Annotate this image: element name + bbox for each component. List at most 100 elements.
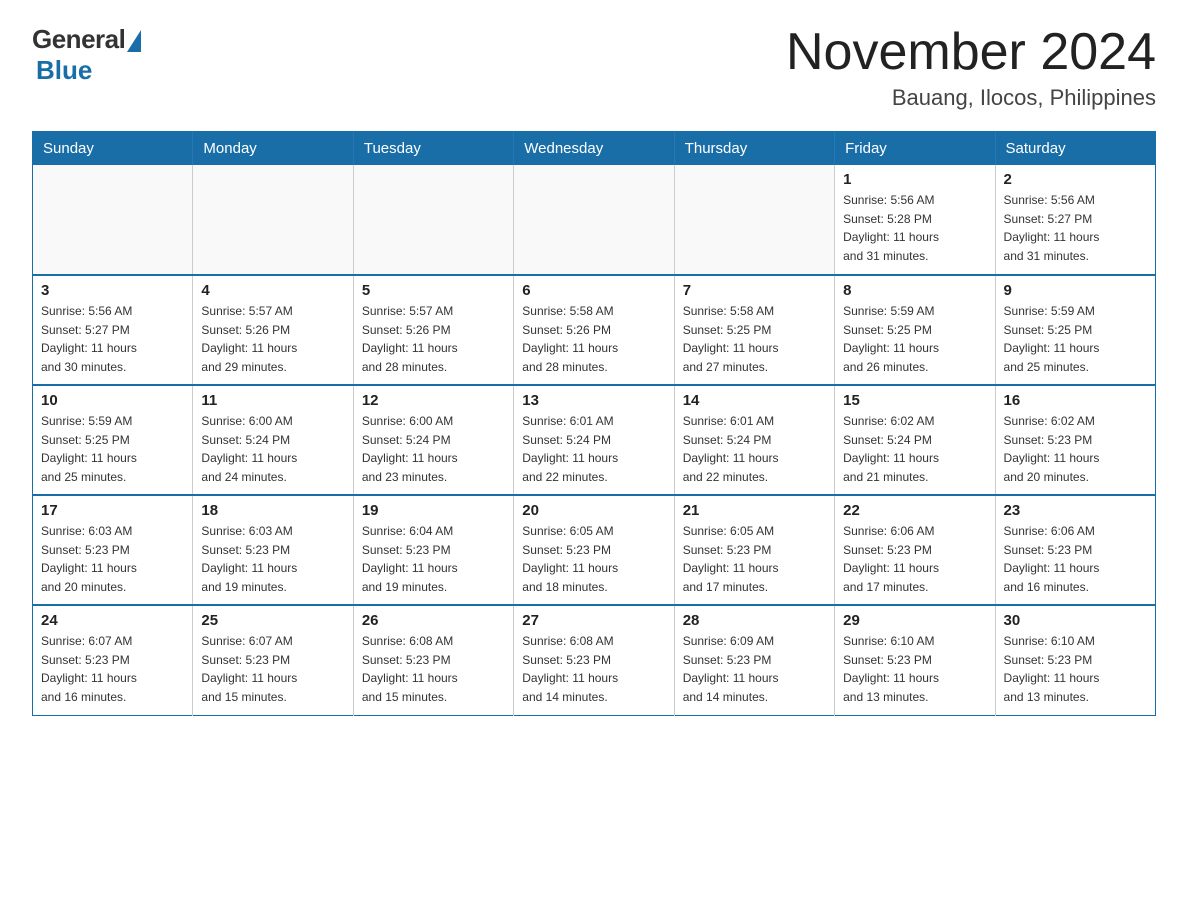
day-number: 28: [683, 612, 826, 629]
title-section: November 2024 Bauang, Ilocos, Philippine…: [786, 24, 1156, 111]
calendar-day-cell: 20 Sunrise: 6:05 AM Sunset: 5:23 PM Dayli…: [514, 495, 674, 605]
day-info: Sunrise: 5:56 AM Sunset: 5:27 PM Dayligh…: [1004, 191, 1147, 265]
calendar-day-cell: 12Sunrise: 6:00 AM Sunset: 5:24 PM Dayli…: [353, 385, 513, 495]
day-info: Sunrise: 6:00 AM Sunset: 5:24 PM Dayligh…: [362, 412, 505, 486]
calendar-day-cell: 24 Sunrise: 6:07 AM Sunset: 5:23 PM Dayli…: [33, 605, 193, 715]
day-info: Sunrise: 5:56 AM Sunset: 5:28 PM Dayligh…: [843, 191, 986, 265]
day-info: Sunrise: 5:59 AM Sunset: 5:25 PM Dayligh…: [843, 302, 986, 376]
calendar-day-cell: 5 Sunrise: 5:57 AM Sunset: 5:26 PM Daylig…: [353, 275, 513, 385]
calendar-day-cell: 18Sunrise: 6:03 AM Sunset: 5:23 PM Dayli…: [193, 495, 353, 605]
calendar-day-cell: 23Sunrise: 6:06 AM Sunset: 5:23 PM Dayli…: [995, 495, 1155, 605]
calendar-day-cell: 28 Sunrise: 6:09 AM Sunset: 5:23 PM Dayli…: [674, 605, 834, 715]
calendar-day-cell: [674, 165, 834, 275]
day-number: 3: [41, 282, 184, 299]
day-number: 4: [201, 282, 344, 299]
calendar-day-cell: [193, 165, 353, 275]
calendar-weekday-friday: Friday: [835, 132, 995, 166]
day-info: Sunrise: 6:02 AM Sunset: 5:24 PM Dayligh…: [843, 412, 986, 486]
calendar-day-cell: 25 Sunrise: 6:07 AM Sunset: 5:23 PM Dayli…: [193, 605, 353, 715]
calendar-day-cell: 21 Sunrise: 6:05 AM Sunset: 5:23 PM Dayli…: [674, 495, 834, 605]
logo-blue-text: Blue: [36, 55, 92, 86]
day-info: Sunrise: 6:02 AM Sunset: 5:23 PM Dayligh…: [1004, 412, 1147, 486]
calendar-day-cell: 27 Sunrise: 6:08 AM Sunset: 5:23 PM Dayli…: [514, 605, 674, 715]
day-number: 9: [1004, 282, 1147, 299]
day-number: 18: [201, 502, 344, 519]
day-number: 1: [843, 171, 986, 188]
day-number: 24: [41, 612, 184, 629]
day-number: 26: [362, 612, 505, 629]
day-number: 27: [522, 612, 665, 629]
calendar-week-row: 24 Sunrise: 6:07 AM Sunset: 5:23 PM Dayli…: [33, 605, 1156, 715]
calendar-day-cell: 2 Sunrise: 5:56 AM Sunset: 5:27 PM Daylig…: [995, 165, 1155, 275]
calendar-weekday-wednesday: Wednesday: [514, 132, 674, 166]
logo-triangle-icon: [127, 30, 141, 52]
calendar-day-cell: [514, 165, 674, 275]
calendar-weekday-monday: Monday: [193, 132, 353, 166]
calendar-day-cell: 1 Sunrise: 5:56 AM Sunset: 5:28 PM Daylig…: [835, 165, 995, 275]
calendar-day-cell: 30 Sunrise: 6:10 AM Sunset: 5:23 PM Dayli…: [995, 605, 1155, 715]
day-info: Sunrise: 6:05 AM Sunset: 5:23 PM Dayligh…: [522, 522, 665, 596]
calendar-day-cell: 14 Sunrise: 6:01 AM Sunset: 5:24 PM Dayli…: [674, 385, 834, 495]
day-info: Sunrise: 6:05 AM Sunset: 5:23 PM Dayligh…: [683, 522, 826, 596]
day-info: Sunrise: 5:56 AM Sunset: 5:27 PM Dayligh…: [41, 302, 184, 376]
calendar-week-row: 3 Sunrise: 5:56 AM Sunset: 5:27 PM Daylig…: [33, 275, 1156, 385]
day-info: Sunrise: 6:08 AM Sunset: 5:23 PM Dayligh…: [522, 632, 665, 706]
calendar-day-cell: 16 Sunrise: 6:02 AM Sunset: 5:23 PM Dayli…: [995, 385, 1155, 495]
day-number: 17: [41, 502, 184, 519]
calendar-day-cell: [33, 165, 193, 275]
day-info: Sunrise: 6:07 AM Sunset: 5:23 PM Dayligh…: [201, 632, 344, 706]
day-info: Sunrise: 6:01 AM Sunset: 5:24 PM Dayligh…: [683, 412, 826, 486]
day-info: Sunrise: 5:59 AM Sunset: 5:25 PM Dayligh…: [1004, 302, 1147, 376]
day-number: 8: [843, 282, 986, 299]
day-number: 30: [1004, 612, 1147, 629]
calendar-day-cell: 3 Sunrise: 5:56 AM Sunset: 5:27 PM Daylig…: [33, 275, 193, 385]
day-number: 5: [362, 282, 505, 299]
day-info: Sunrise: 6:10 AM Sunset: 5:23 PM Dayligh…: [843, 632, 986, 706]
day-number: 7: [683, 282, 826, 299]
day-number: 10: [41, 392, 184, 409]
calendar-weekday-saturday: Saturday: [995, 132, 1155, 166]
calendar-weekday-thursday: Thursday: [674, 132, 834, 166]
calendar-day-cell: 6Sunrise: 5:58 AM Sunset: 5:26 PM Daylig…: [514, 275, 674, 385]
day-number: 22: [843, 502, 986, 519]
day-number: 20: [522, 502, 665, 519]
day-number: 21: [683, 502, 826, 519]
calendar-day-cell: 26 Sunrise: 6:08 AM Sunset: 5:23 PM Dayli…: [353, 605, 513, 715]
day-info: Sunrise: 6:03 AM Sunset: 5:23 PM Dayligh…: [41, 522, 184, 596]
page-subtitle: Bauang, Ilocos, Philippines: [786, 85, 1156, 111]
calendar-day-cell: [353, 165, 513, 275]
calendar-day-cell: 10Sunrise: 5:59 AM Sunset: 5:25 PM Dayli…: [33, 385, 193, 495]
calendar-day-cell: 7Sunrise: 5:58 AM Sunset: 5:25 PM Daylig…: [674, 275, 834, 385]
day-info: Sunrise: 6:00 AM Sunset: 5:24 PM Dayligh…: [201, 412, 344, 486]
day-number: 2: [1004, 171, 1147, 188]
day-info: Sunrise: 5:57 AM Sunset: 5:26 PM Dayligh…: [201, 302, 344, 376]
day-number: 25: [201, 612, 344, 629]
day-number: 16: [1004, 392, 1147, 409]
day-number: 6: [522, 282, 665, 299]
day-info: Sunrise: 6:10 AM Sunset: 5:23 PM Dayligh…: [1004, 632, 1147, 706]
day-number: 19: [362, 502, 505, 519]
day-number: 15: [843, 392, 986, 409]
page-title: November 2024: [786, 24, 1156, 81]
day-info: Sunrise: 6:08 AM Sunset: 5:23 PM Dayligh…: [362, 632, 505, 706]
calendar-weekday-sunday: Sunday: [33, 132, 193, 166]
calendar-day-cell: 17 Sunrise: 6:03 AM Sunset: 5:23 PM Dayli…: [33, 495, 193, 605]
day-number: 14: [683, 392, 826, 409]
calendar-table: SundayMondayTuesdayWednesdayThursdayFrid…: [32, 131, 1156, 716]
day-info: Sunrise: 6:09 AM Sunset: 5:23 PM Dayligh…: [683, 632, 826, 706]
page-header: General Blue November 2024 Bauang, Iloco…: [32, 24, 1156, 111]
calendar-day-cell: 11Sunrise: 6:00 AM Sunset: 5:24 PM Dayli…: [193, 385, 353, 495]
calendar-day-cell: 15 Sunrise: 6:02 AM Sunset: 5:24 PM Dayli…: [835, 385, 995, 495]
calendar-week-row: 1 Sunrise: 5:56 AM Sunset: 5:28 PM Daylig…: [33, 165, 1156, 275]
calendar-day-cell: 22 Sunrise: 6:06 AM Sunset: 5:23 PM Dayli…: [835, 495, 995, 605]
calendar-week-row: 17 Sunrise: 6:03 AM Sunset: 5:23 PM Dayli…: [33, 495, 1156, 605]
day-info: Sunrise: 6:07 AM Sunset: 5:23 PM Dayligh…: [41, 632, 184, 706]
day-number: 23: [1004, 502, 1147, 519]
day-number: 29: [843, 612, 986, 629]
logo-general-text: General: [32, 24, 125, 55]
calendar-day-cell: 13Sunrise: 6:01 AM Sunset: 5:24 PM Dayli…: [514, 385, 674, 495]
day-info: Sunrise: 6:06 AM Sunset: 5:23 PM Dayligh…: [843, 522, 986, 596]
day-info: Sunrise: 5:57 AM Sunset: 5:26 PM Dayligh…: [362, 302, 505, 376]
calendar-week-row: 10Sunrise: 5:59 AM Sunset: 5:25 PM Dayli…: [33, 385, 1156, 495]
calendar-day-cell: 29 Sunrise: 6:10 AM Sunset: 5:23 PM Dayli…: [835, 605, 995, 715]
